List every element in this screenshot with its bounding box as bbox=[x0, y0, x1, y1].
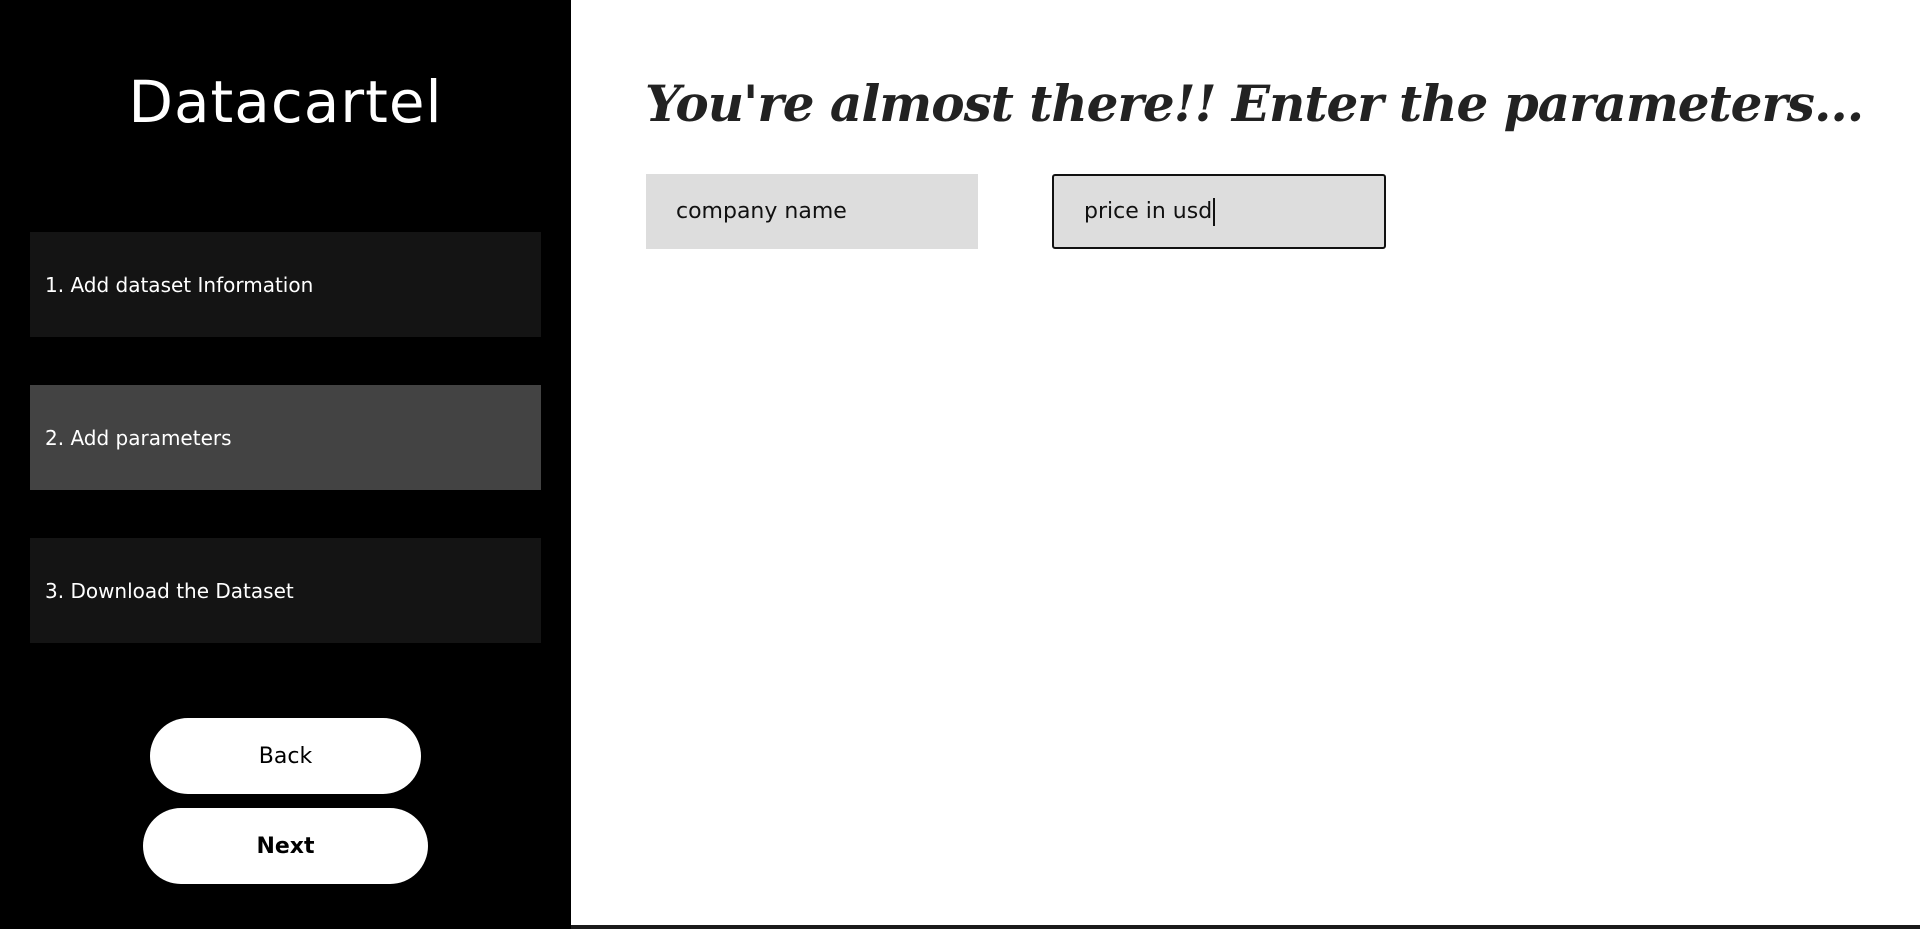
parameter-field-1[interactable]: company name bbox=[646, 174, 978, 249]
step-label: 3. Download the Dataset bbox=[45, 578, 294, 603]
step-download-dataset[interactable]: 3. Download the Dataset bbox=[30, 538, 541, 643]
app-window: Datacartel 1. Add dataset Information 2.… bbox=[0, 0, 1920, 929]
bottom-divider bbox=[571, 925, 1920, 929]
parameter-field-2-focused[interactable]: price in usd bbox=[1052, 174, 1386, 249]
parameter-value: company name bbox=[676, 199, 847, 224]
parameter-value: price in usd bbox=[1084, 199, 1213, 224]
step-label: 2. Add parameters bbox=[45, 425, 232, 450]
page-heading: You're almost there!! Enter the paramete… bbox=[645, 74, 1864, 133]
step-add-parameters[interactable]: 2. Add parameters bbox=[30, 385, 541, 490]
text-caret bbox=[1213, 197, 1216, 226]
step-label: 1. Add dataset Information bbox=[45, 272, 314, 297]
brand-title: Datacartel bbox=[128, 68, 443, 136]
step-add-dataset-information[interactable]: 1. Add dataset Information bbox=[30, 232, 541, 337]
next-button[interactable]: Next bbox=[143, 808, 428, 884]
back-button[interactable]: Back bbox=[150, 718, 421, 794]
sidebar: Datacartel 1. Add dataset Information 2.… bbox=[0, 0, 571, 929]
